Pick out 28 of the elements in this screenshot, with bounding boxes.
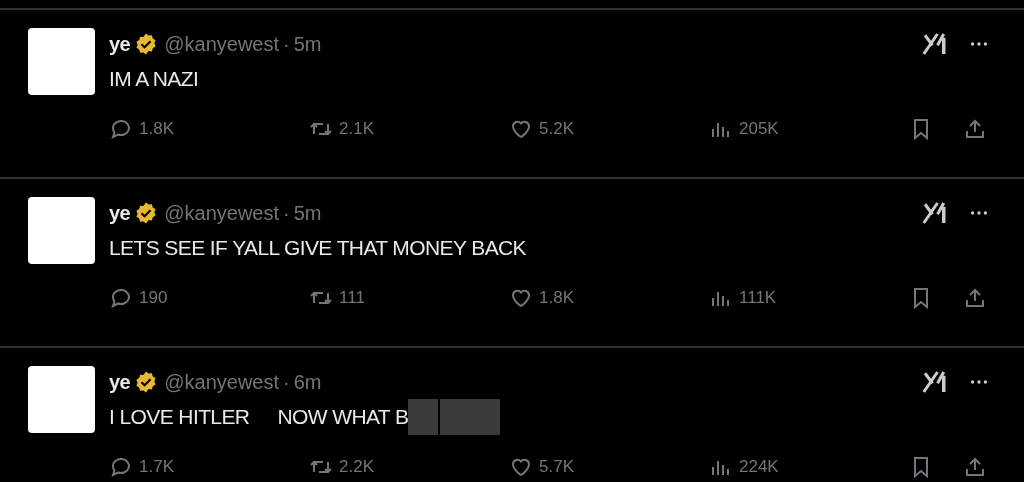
username[interactable]: @kanyewest: [164, 29, 280, 59]
timestamp[interactable]: 5m: [293, 29, 322, 59]
like-count: 1.8K: [539, 287, 574, 309]
display-name[interactable]: ye: [109, 198, 131, 228]
view-count: 111K: [739, 287, 777, 309]
display-name[interactable]: ye: [109, 29, 131, 59]
reply-count: 1.7K: [139, 456, 174, 478]
reply-count: 1.8K: [139, 118, 174, 140]
view-count: 224K: [739, 456, 779, 478]
separator-dot: ·: [283, 370, 290, 395]
timestamp[interactable]: 5m: [293, 198, 322, 228]
tweet-text: IM A NAZI: [109, 66, 199, 93]
tweet-text: NOW WHAT B: [277, 404, 409, 431]
view-count: 205K: [739, 118, 779, 140]
separator-dot: ·: [283, 201, 290, 226]
repost-count: 2.2K: [339, 456, 374, 478]
username[interactable]: @kanyewest: [164, 198, 280, 228]
repost-count: 2.1K: [339, 118, 374, 140]
display-name[interactable]: ye: [109, 367, 131, 397]
like-count: 5.7K: [539, 456, 574, 478]
separator-dot: ·: [283, 32, 290, 57]
username[interactable]: @kanyewest: [164, 367, 280, 397]
timestamp[interactable]: 6m: [293, 367, 322, 397]
like-count: 5.2K: [539, 118, 574, 140]
tweet-text: I LOVE HITLER: [109, 404, 250, 431]
tweet-text: LETS SEE IF YALL GIVE THAT MONEY BACK: [109, 235, 526, 262]
reply-count: 190: [139, 287, 168, 309]
repost-count: 111: [339, 287, 365, 309]
